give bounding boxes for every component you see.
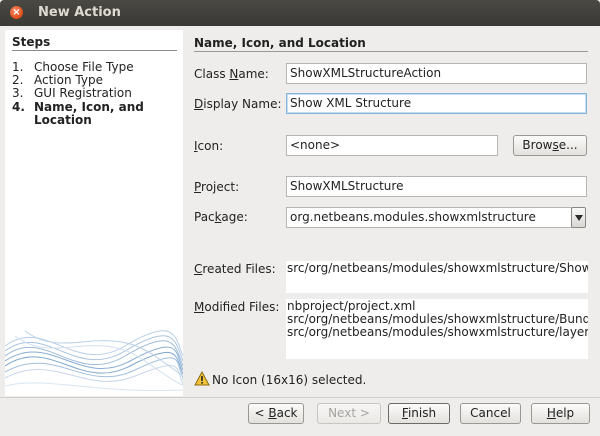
step-item: 3. GUI Registration	[12, 86, 132, 100]
section-divider	[194, 51, 588, 52]
created-files-label: Created Files:	[194, 262, 276, 276]
cancel-button[interactable]: Cancel	[460, 403, 521, 424]
display-name-field[interactable]: Show XML Structure	[286, 93, 587, 114]
steps-divider	[12, 50, 177, 51]
next-button[interactable]: Next >	[317, 403, 381, 424]
step-item-current: 4. Name, Icon, and Location	[12, 100, 144, 127]
section-title: Name, Icon, and Location	[194, 36, 366, 50]
decorative-waves-image	[5, 330, 183, 392]
chevron-down-icon[interactable]	[571, 207, 586, 228]
modified-files-area[interactable]: nbproject/project.xml src/org/netbeans/mo…	[286, 299, 588, 359]
modified-files-label: Modified Files:	[194, 300, 280, 314]
status-message: No Icon (16x16) selected.	[212, 373, 367, 387]
package-combobox[interactable]: org.netbeans.modules.showxmlstructure	[286, 207, 572, 228]
help-button[interactable]: Help	[531, 403, 590, 424]
window-title: New Action	[38, 5, 121, 20]
warning-icon	[194, 371, 210, 386]
browse-button[interactable]: Browse...	[513, 135, 587, 156]
project-label: Project:	[194, 180, 240, 194]
display-name-label: Display Name:	[194, 97, 282, 111]
back-button[interactable]: < Back	[248, 403, 304, 424]
class-name-label: Class Name:	[194, 67, 269, 81]
icon-field[interactable]: <none>	[286, 135, 498, 156]
package-label: Package:	[194, 210, 248, 224]
project-field[interactable]: ShowXMLStructure	[286, 176, 587, 197]
bottom-divider	[0, 397, 600, 398]
close-icon[interactable]: ×	[10, 6, 23, 19]
created-files-area[interactable]: src/org/netbeans/modules/showxmlstructur…	[286, 261, 588, 293]
icon-label: Icon:	[194, 139, 224, 153]
finish-button[interactable]: Finish	[388, 403, 450, 424]
class-name-field[interactable]: ShowXMLStructureAction	[286, 63, 587, 84]
steps-heading: Steps	[12, 35, 51, 49]
steps-panel: Steps 1. Choose File Type 2. Action Type 3…	[5, 30, 183, 396]
window-titlebar: × New Action	[0, 0, 600, 26]
